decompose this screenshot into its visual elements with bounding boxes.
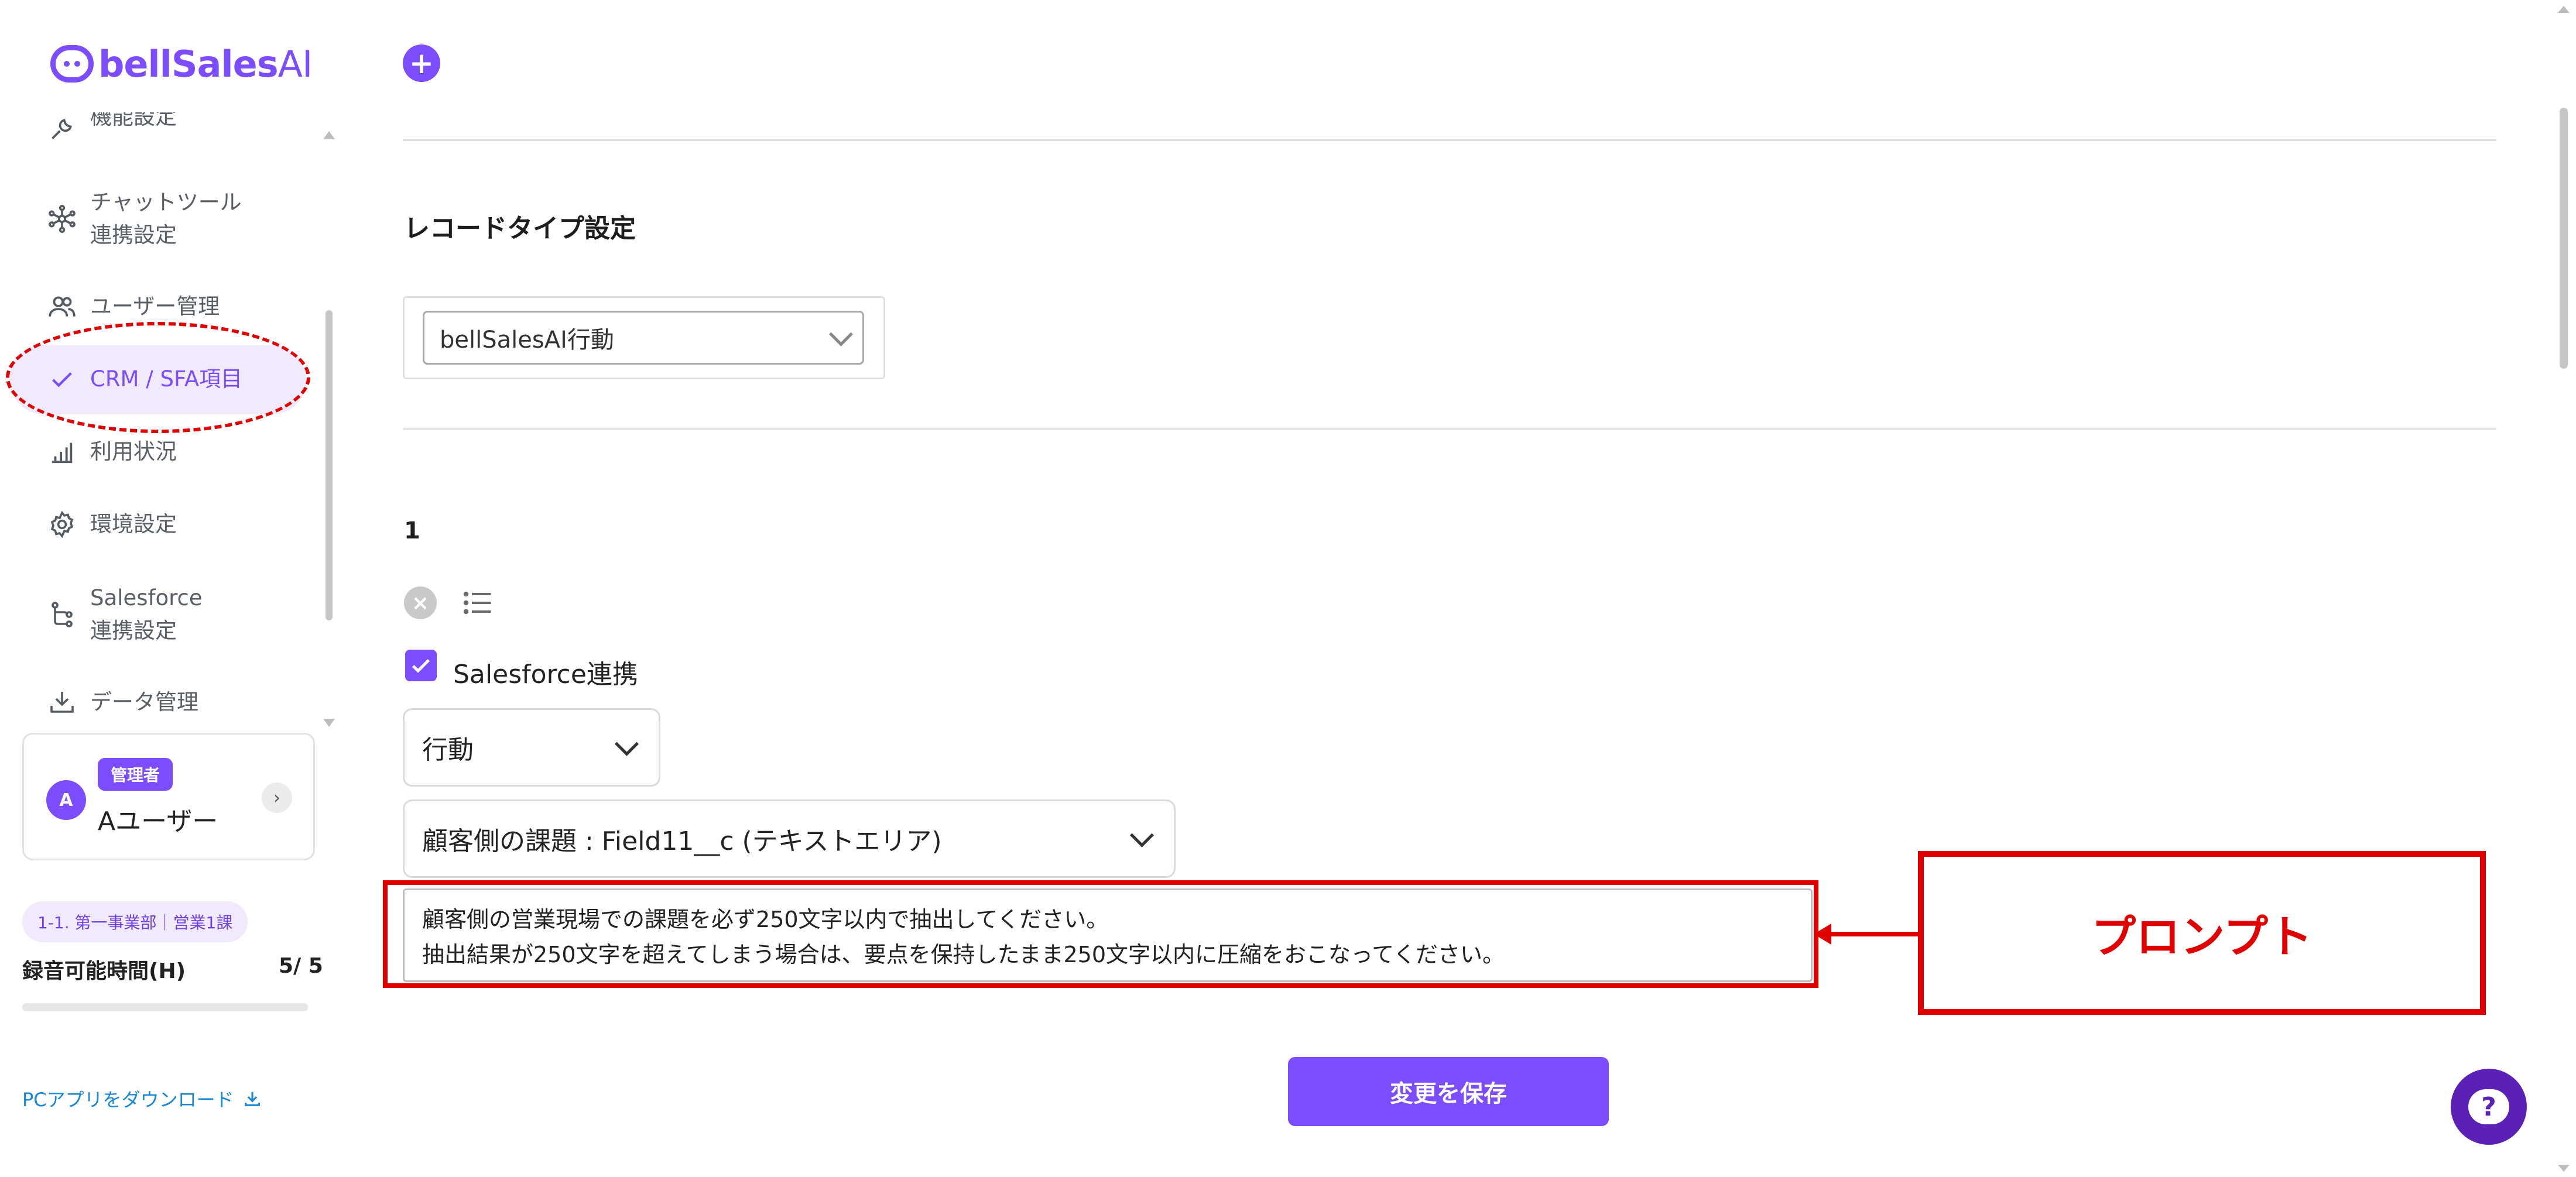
sidebar-item-label: 環境設定 <box>90 512 177 537</box>
sidebar-item-label: チャットツール <box>90 190 242 215</box>
recording-progress-bar <box>22 1003 308 1011</box>
team-badge: 1-1. 第一事業部｜営業1課 <box>22 901 248 942</box>
sidebar: bellSalesAI 機能設定 チャットツール 連携設定 ユーザー管理 CRM… <box>0 0 351 1177</box>
divider <box>403 428 2496 430</box>
sidebar-item-usage[interactable]: 利用状況 <box>46 435 177 468</box>
sidebar-item-environment[interactable]: 環境設定 <box>46 508 177 541</box>
network-icon <box>46 203 78 235</box>
list-icon[interactable] <box>460 585 495 620</box>
recording-time-label: 録音可能時間(H) <box>22 959 186 983</box>
salesforce-checkbox-label: Salesforce連携 <box>453 660 638 689</box>
sidebar-item-label: 利用状況 <box>90 439 177 464</box>
sidebar-item-label: 機能設定 <box>90 112 177 129</box>
chevron-down-icon <box>1129 823 1155 847</box>
scroll-down-icon[interactable] <box>323 719 335 727</box>
object-select[interactable]: 行動 <box>403 708 660 787</box>
annotation-dashed-circle <box>6 322 310 433</box>
scroll-up-icon[interactable] <box>2558 6 2570 13</box>
scroll-up-icon[interactable] <box>323 131 335 139</box>
object-select-value: 行動 <box>422 735 474 765</box>
sidebar-item-feature-settings[interactable]: 機能設定 <box>46 112 177 145</box>
download-tray-icon <box>46 686 78 719</box>
annotation-callout: プロンプト <box>1918 851 2486 1015</box>
sidebar-item-label: ユーザー管理 <box>90 294 220 319</box>
recording-time-value: 5/ 5 <box>279 954 323 978</box>
record-type-select[interactable]: bellSalesAI行動 <box>423 311 864 365</box>
record-type-value: bellSalesAI行動 <box>440 327 614 354</box>
download-app-link[interactable]: PCアプリをダウンロード <box>22 1085 262 1112</box>
sidebar-item-users[interactable]: ユーザー管理 <box>46 290 220 323</box>
sidebar-item-data[interactable]: データ管理 <box>46 686 198 719</box>
field-select[interactable]: 顧客側の課題 : Field11__c (テキストエリア) <box>403 799 1176 878</box>
sidebar-item-label: Salesforce <box>90 585 203 610</box>
question-icon: ? <box>2468 1089 2509 1124</box>
download-icon <box>242 1089 262 1109</box>
gear-icon <box>46 508 78 541</box>
download-app-label: PCアプリをダウンロード <box>22 1089 234 1111</box>
remove-icon[interactable]: × <box>404 586 437 619</box>
annotation-arrow-head <box>1814 924 1831 945</box>
add-icon[interactable]: + <box>403 44 440 82</box>
branch-icon <box>46 598 78 631</box>
annotation-arrow <box>1825 932 1919 936</box>
sidebar-item-chat-tool[interactable]: チャットツール 連携設定 <box>46 186 242 252</box>
chevron-down-icon <box>828 322 854 346</box>
avatar: A <box>46 780 86 820</box>
logo-text: bellSalesAI <box>98 42 313 85</box>
help-chat-button[interactable]: ? <box>2451 1069 2527 1145</box>
logo-mark-icon <box>50 45 94 83</box>
role-badge: 管理者 <box>98 758 173 791</box>
tool-icon <box>46 112 78 145</box>
divider <box>403 139 2496 141</box>
main-scrollbar[interactable] <box>2560 108 2568 369</box>
field-select-value: 顧客側の課題 : Field11__c (テキストエリア) <box>422 826 942 856</box>
sidebar-item-salesforce[interactable]: Salesforce 連携設定 <box>46 582 203 647</box>
section-title: レコードタイプ設定 <box>404 214 636 243</box>
users-icon <box>46 290 78 323</box>
scroll-down-icon[interactable] <box>2558 1165 2570 1172</box>
sidebar-item-label: データ管理 <box>90 689 198 715</box>
save-button[interactable]: 変更を保存 <box>1288 1057 1609 1126</box>
salesforce-checkbox[interactable] <box>405 650 437 681</box>
chevron-right-icon[interactable]: › <box>262 783 292 813</box>
sidebar-scrollbar[interactable] <box>326 310 333 620</box>
annotation-highlight-box <box>383 880 1818 988</box>
bar-chart-icon <box>46 435 78 468</box>
user-name: Aユーザー <box>98 807 218 836</box>
sidebar-item-label-line2: 連携設定 <box>90 618 177 643</box>
user-card[interactable]: A 管理者 Aユーザー › <box>22 733 315 860</box>
sidebar-item-label-line2: 連携設定 <box>90 222 177 248</box>
chevron-down-icon <box>614 732 639 756</box>
item-number: 1 <box>404 517 420 544</box>
logo[interactable]: bellSalesAI <box>50 37 313 90</box>
